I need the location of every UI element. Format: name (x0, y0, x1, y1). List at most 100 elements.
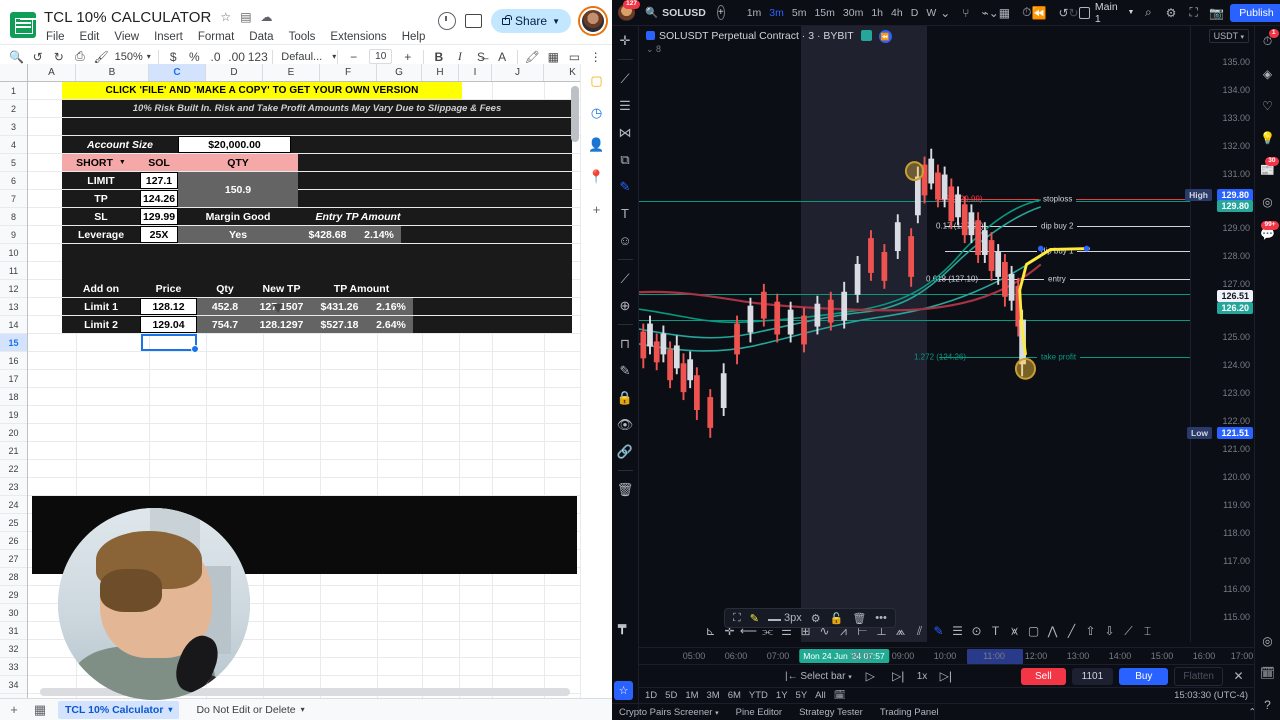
vertical-scrollbar[interactable] (571, 86, 579, 142)
sync-drawings-icon[interactable]: 🔗 (615, 442, 636, 461)
cloud-saved-icon[interactable]: ☁ (261, 11, 273, 23)
sell-button[interactable]: Sell (1020, 667, 1066, 685)
signal-icon[interactable]: ⩙ (1005, 622, 1024, 640)
row-header-24[interactable]: 24 (0, 496, 27, 514)
tv-avatar[interactable]: 127 (618, 0, 640, 21)
measure-icon[interactable]: ⟋ (615, 269, 636, 288)
row-header-11[interactable]: 11 (0, 262, 27, 280)
parallel-channel-icon[interactable]: ⫽ (910, 622, 929, 640)
chevron-down-icon[interactable]: ⌄ (989, 4, 999, 22)
tab-strategy-tester[interactable]: Strategy Tester (799, 707, 863, 718)
row-header-6[interactable]: 6 (0, 172, 27, 190)
row-header-20[interactable]: 20 (0, 424, 27, 442)
trend-line-icon[interactable]: ⟋ (615, 69, 636, 88)
chevron-down-icon[interactable]: ▾ (301, 705, 305, 714)
pattern-icon[interactable]: ⊾ (701, 622, 720, 640)
replay-badge-icon[interactable]: ⏪ (878, 30, 892, 43)
comment-icon[interactable] (465, 14, 483, 28)
row-header-33[interactable]: 33 (0, 658, 27, 676)
drawing-properties-toolbar[interactable]: ⛶ ✎ 3px ⚙ 🔓 🗑 ••• (724, 608, 896, 628)
menu-file[interactable]: File (44, 30, 67, 44)
calendar-icon[interactable]: 🗓 (834, 690, 846, 701)
data-window-icon[interactable]: ◈ (1258, 64, 1278, 83)
pencil-color-icon[interactable]: ✎ (750, 612, 759, 625)
symbol-title[interactable]: SOLUSDT Perpetual Contract · 3 · BYBIT (646, 30, 854, 42)
sheet-tab-do-not-edit[interactable]: Do Not Edit or Delete ▾ (189, 701, 311, 719)
share-button[interactable]: Share ▼ (491, 9, 571, 33)
watchlist-star-icon[interactable]: ☆ (614, 681, 633, 700)
row-header-26[interactable]: 26 (0, 532, 27, 550)
quick-search-icon[interactable]: ⌕ (1139, 4, 1157, 22)
add-sheet-icon[interactable]: + (6, 702, 22, 717)
row-header-3[interactable]: 3 (0, 118, 27, 136)
menu-extensions[interactable]: Extensions (328, 30, 388, 44)
move-folder-icon[interactable]: ▤ (240, 11, 251, 23)
row-header-19[interactable]: 19 (0, 406, 27, 424)
menu-data[interactable]: Data (247, 30, 275, 44)
close-icon[interactable]: ✕ (1229, 667, 1248, 685)
tab-trading-panel[interactable]: Trading Panel (880, 707, 939, 718)
row-header-17[interactable]: 17 (0, 370, 27, 388)
brush-icon[interactable]: ✎ (929, 622, 948, 640)
account-size-value[interactable]: $20,000.00 (178, 136, 291, 153)
active-cell-selection[interactable] (141, 334, 199, 353)
circle-icon[interactable]: ⊙ (967, 622, 986, 640)
timeframe-1m[interactable]: 1m (743, 5, 766, 21)
column-header-f[interactable]: F (320, 64, 377, 81)
row-header-10[interactable]: 10 (0, 244, 27, 262)
subnote-cell[interactable]: 10% Risk Built In. Risk and Take Profit … (62, 100, 572, 117)
brush-icon[interactable]: ✎ (615, 177, 636, 196)
time-scale[interactable]: 05:00 06:00 07:00 Mon 24 Jun '24 07:57 0… (639, 647, 1275, 664)
row-header-7[interactable]: 7 (0, 190, 27, 208)
row-header-4[interactable]: 4 (0, 136, 27, 154)
row-header-15[interactable]: 15 (0, 334, 27, 352)
star-icon[interactable]: ☆ (220, 11, 231, 23)
layout-selector[interactable]: Main 1 ▼ (1095, 1, 1135, 25)
column-header-j[interactable]: J (492, 64, 544, 81)
calendar-icon[interactable]: 🗓 (1258, 663, 1278, 682)
replay-icon[interactable]: ⏪ (1032, 4, 1047, 22)
qty-value[interactable]: 150.9 (178, 172, 298, 207)
hide-drawings-icon[interactable]: 👁 (615, 415, 636, 434)
publish-button[interactable]: Publish (1230, 3, 1280, 22)
column-header-b[interactable]: B (76, 64, 149, 81)
price-scale[interactable]: 135.00 134.00 133.00 132.00 131.00 High … (1185, 26, 1254, 642)
row-header-31[interactable]: 31 (0, 622, 27, 640)
row-header-2[interactable]: 2 (0, 100, 27, 118)
column-header-e[interactable]: E (263, 64, 320, 81)
contacts-icon[interactable]: 👤 (588, 136, 606, 154)
menu-tools[interactable]: Tools (287, 30, 318, 44)
select-bar-button[interactable]: |← Select bar ▾ (785, 671, 852, 682)
delete-icon[interactable]: 🗑 (852, 612, 866, 625)
menu-view[interactable]: View (112, 30, 141, 44)
row-header-12[interactable]: 12 (0, 280, 27, 298)
sl-value[interactable]: 129.99 (140, 208, 178, 225)
measure-range-icon[interactable]: ⌶ (1138, 622, 1157, 640)
settings-icon[interactable]: ⚙ (1162, 4, 1180, 22)
column-header-h[interactable]: H (422, 64, 459, 81)
lock-drawings-icon[interactable]: 🔒 (615, 388, 636, 407)
all-sheets-icon[interactable]: ▦ (32, 702, 48, 718)
help-icon[interactable]: ? (1258, 695, 1278, 714)
buy-button[interactable]: Buy (1119, 667, 1169, 685)
forecast-icon[interactable]: ⋀ (1043, 622, 1062, 640)
copy-template-icon[interactable]: ⛶ (733, 612, 741, 625)
version-history-icon[interactable] (438, 12, 457, 30)
ideas-icon[interactable]: 💡 (1258, 128, 1278, 147)
column-header-a[interactable]: A (28, 64, 76, 81)
leverage-value[interactable]: 25X (140, 226, 178, 243)
redo-icon[interactable]: ↻ (1069, 4, 1079, 22)
ray-icon[interactable]: ╱ (1062, 622, 1081, 640)
timeframe-1h[interactable]: 1h (867, 5, 887, 21)
magnet-icon[interactable]: ⊓ (615, 334, 636, 353)
add-symbol-icon[interactable]: + (716, 5, 725, 20)
column-header-g[interactable]: G (377, 64, 422, 81)
chevron-down-icon[interactable]: ⌄ (940, 4, 950, 22)
row-header-9[interactable]: 9 (0, 226, 27, 244)
limit-value[interactable]: 127.1 (140, 172, 178, 189)
avatar[interactable] (580, 8, 606, 34)
snapshot-icon[interactable]: 📷 (1208, 4, 1226, 22)
indicators-icon[interactable]: ⌁ (982, 4, 989, 22)
range-all[interactable]: All (815, 690, 826, 701)
row-header-21[interactable]: 21 (0, 442, 27, 460)
